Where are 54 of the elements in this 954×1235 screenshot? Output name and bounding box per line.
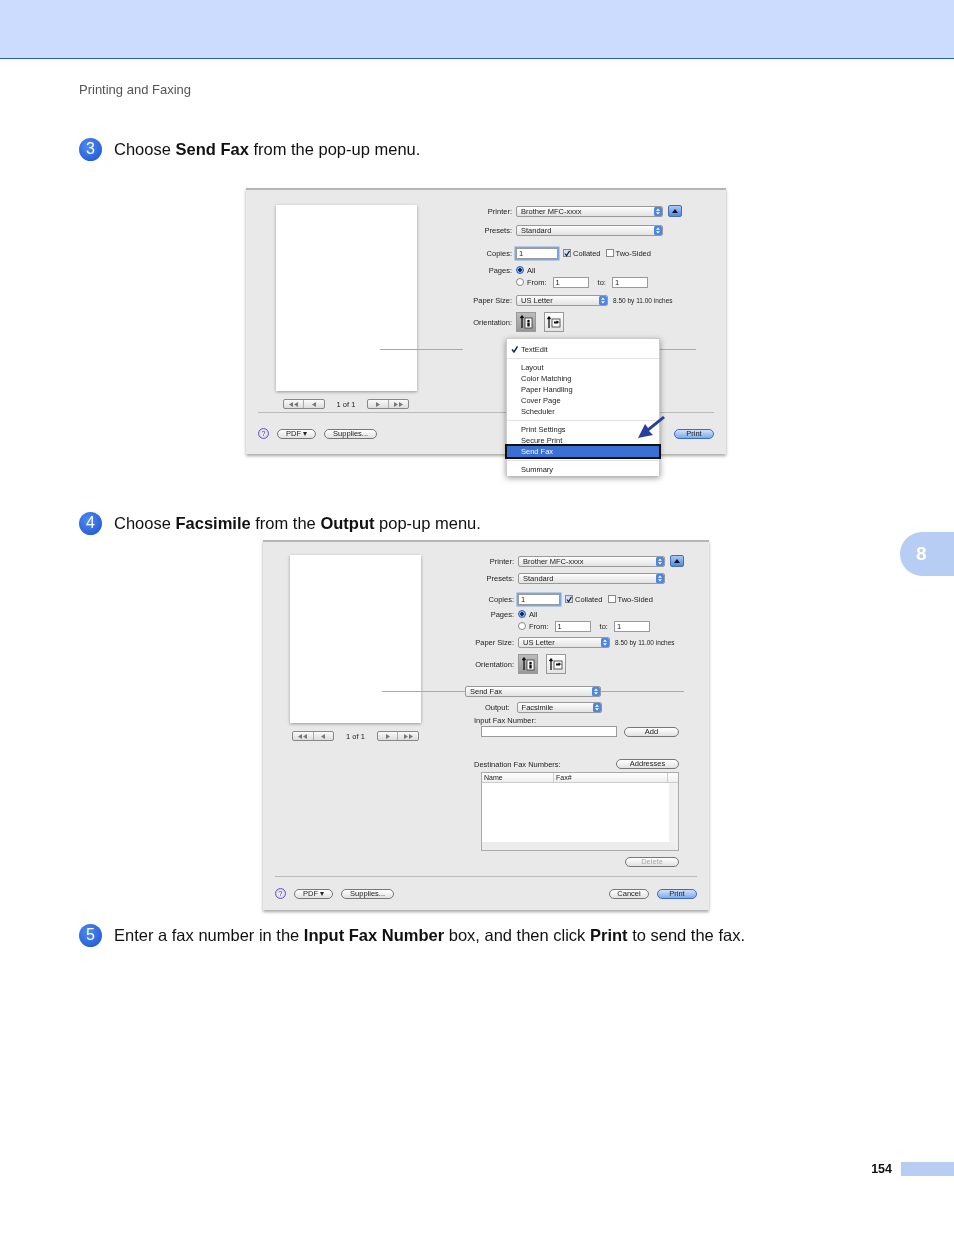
- stepper-icon: [654, 206, 662, 216]
- step-instruction: Choose Send Fax from the pop-up menu.: [114, 139, 421, 159]
- page-number: 154: [871, 1162, 892, 1176]
- page-range-radio[interactable]: [518, 610, 526, 618]
- disclosure-button[interactable]: [670, 555, 684, 567]
- stepper-icon: [656, 556, 664, 566]
- orientation-button[interactable]: [546, 654, 566, 674]
- disclosure-button[interactable]: [668, 205, 682, 217]
- fax-number-field[interactable]: [481, 726, 617, 737]
- footer-bar: [901, 1162, 954, 1176]
- collated-checkbox[interactable]: [563, 249, 571, 257]
- orientation-button[interactable]: [544, 312, 564, 332]
- two-sided-checkbox[interactable]: [607, 595, 616, 603]
- previous-page-icon: [321, 733, 326, 739]
- page-forward-control[interactable]: [376, 731, 419, 741]
- step-instruction: Choose Facsimile from the Output pop-up menu.: [114, 513, 481, 533]
- step-number: 4: [79, 511, 102, 535]
- two-sided-checkbox[interactable]: [605, 249, 614, 257]
- first-page-icon: [288, 401, 298, 407]
- check-icon: [511, 346, 518, 353]
- pointer-arrow-icon: [636, 416, 666, 440]
- triangle-up-icon: [674, 559, 680, 563]
- next-page-icon: [385, 733, 390, 739]
- page-back-control[interactable]: [282, 399, 325, 409]
- stepper-icon: [599, 295, 607, 305]
- first-page-icon: [298, 733, 308, 739]
- stepper-icon: [654, 225, 662, 235]
- orientation-button[interactable]: [518, 654, 538, 674]
- previous-page-icon: [311, 401, 316, 407]
- stepper-icon: [592, 703, 601, 712]
- page-range-radio[interactable]: [518, 622, 526, 630]
- last-page-icon: [403, 733, 413, 739]
- step-number: 5: [79, 923, 102, 947]
- landscape-icon: [547, 315, 561, 329]
- stepper-icon: [656, 573, 664, 583]
- check-icon: [566, 595, 572, 603]
- last-page-icon: [394, 401, 404, 407]
- collated-checkbox[interactable]: [565, 595, 573, 603]
- step-instruction: Enter a fax number in the Input Fax Number box, and then click Print to send the fax.: [114, 925, 745, 945]
- page-range-radio[interactable]: [516, 266, 524, 274]
- portrait-icon: [519, 315, 533, 329]
- stepper-icon: [601, 637, 609, 647]
- page-back-control[interactable]: [292, 731, 335, 741]
- portrait-icon: [521, 657, 535, 671]
- step-number: 3: [79, 137, 102, 161]
- section-title: Printing and Faxing: [79, 82, 192, 98]
- orientation-button[interactable]: [516, 312, 536, 332]
- page-range-radio[interactable]: [516, 278, 524, 286]
- triangle-up-icon: [672, 209, 678, 213]
- check-icon: [564, 249, 570, 257]
- page-forward-control[interactable]: [367, 399, 410, 409]
- stepper-icon: [592, 686, 600, 696]
- next-page-icon: [376, 401, 381, 407]
- landscape-icon: [549, 657, 563, 671]
